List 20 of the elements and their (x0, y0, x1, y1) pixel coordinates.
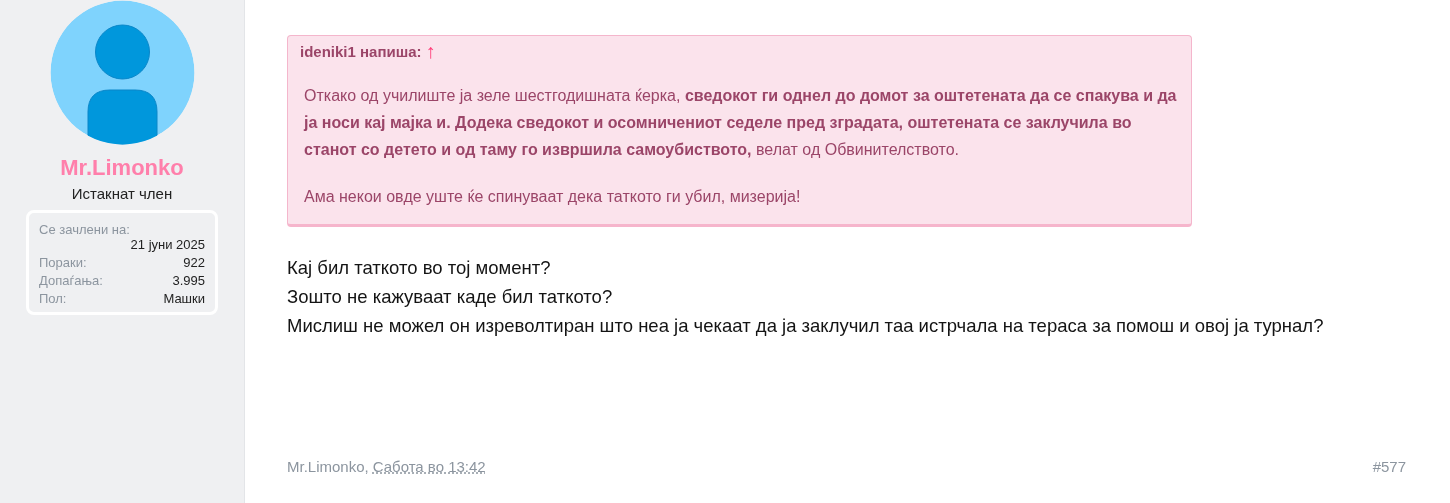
jump-to-quote-link[interactable]: ↑ (425, 42, 436, 60)
post-text-line: Зошто не кажуваат каде бил таткото? (287, 285, 614, 309)
stat-value: 21 јуни 2025 (130, 237, 205, 252)
quote-author: ideniki1 напиша: (300, 42, 422, 60)
post-date-link[interactable]: Сабота во 13:42 (372, 458, 486, 475)
user-title: Истакнат член (71, 185, 173, 202)
stat-label: Пораки: (39, 255, 87, 270)
username-link[interactable]: Mr.Limonko (60, 155, 184, 181)
stat-label: Пол: (39, 291, 67, 306)
post-text-line: Кај бил таткото во тој момент? (287, 256, 552, 280)
stat-label: Допаѓања: (39, 273, 103, 288)
stat-value: 922 (183, 255, 205, 270)
post-author: Mr.Limonko, (287, 458, 369, 475)
stat-value: 3.995 (172, 273, 205, 288)
stat-value: Машки (163, 291, 205, 306)
quote-paragraph: Откако од училиште ја зеле шестгодишната ќерка, сведокот ги однел до домот за оштетената да се спакува и да ја носи кај мајка и. Додека сведокот и осомничениот седеле пред зградата, оштетената се заклучила во станот со детето и од таму го извршила самоубиството, велат од Обвинителството. (304, 86, 1178, 160)
stat-label: Се зачлени на: (39, 222, 131, 237)
post-text-line: Мислиш не можел он изреволтиран што неа ја чекаат да ја заклучил таа истрчала на тераса за помош и овој ја турнал? (287, 314, 1325, 338)
post-number-link[interactable]: #577 (1372, 458, 1406, 475)
quote-paragraph: Ама некои овде уште ќе спинуваат дека таткото ги убил, мизерија! (304, 187, 802, 207)
